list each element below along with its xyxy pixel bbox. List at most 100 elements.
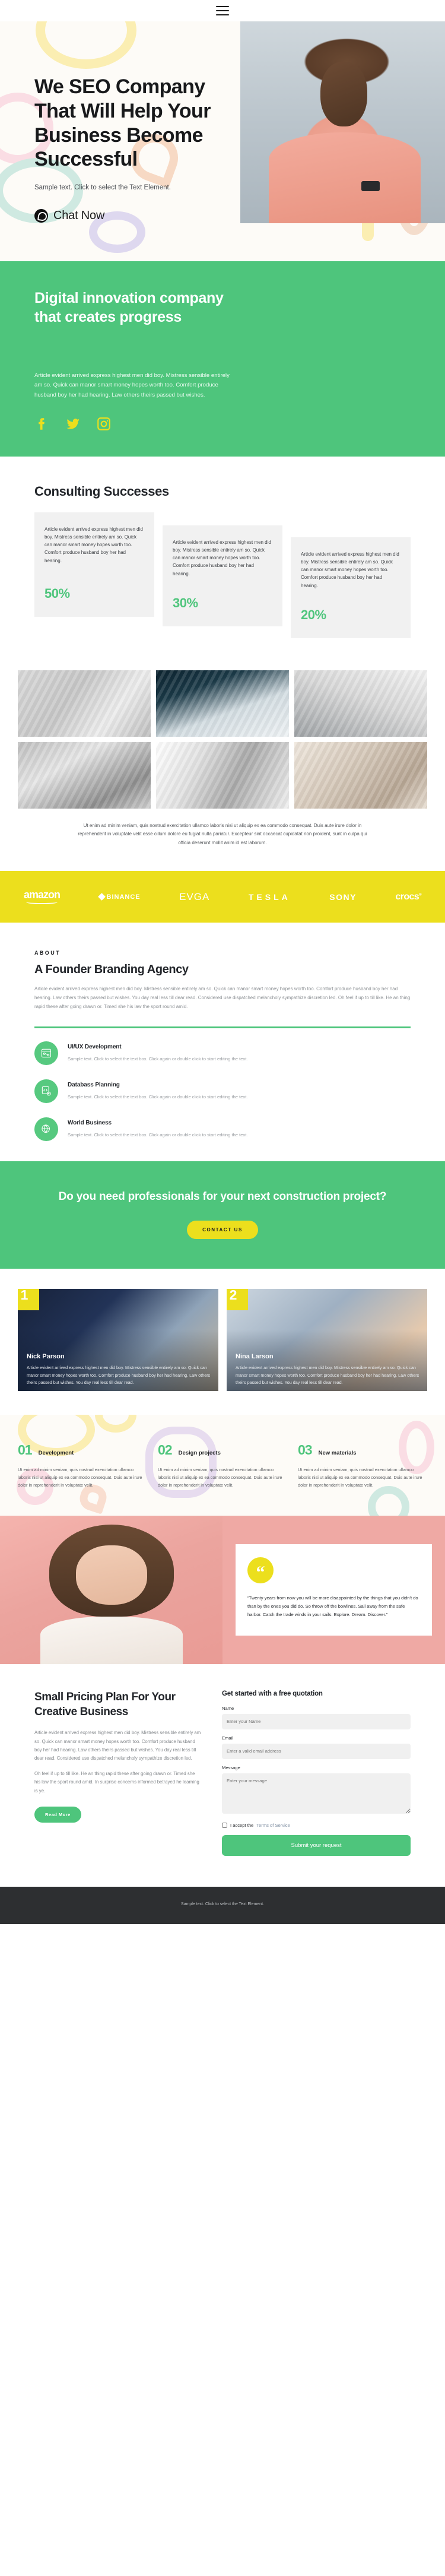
stat-text: Article evident arrived express highest … bbox=[173, 539, 271, 576]
quote-mark-icon: “ bbox=[247, 1557, 274, 1583]
intro-paragraph: Article evident arrived express highest … bbox=[34, 372, 230, 399]
gallery-image-5 bbox=[156, 742, 289, 809]
feature-text: Sample text. Click to select the text bo… bbox=[68, 1094, 248, 1100]
gallery-image-3 bbox=[294, 670, 427, 737]
terms-of-service-link[interactable]: Terms of Service bbox=[256, 1823, 290, 1828]
chat-now-label: Chat Now bbox=[53, 208, 105, 222]
item-number: 01 bbox=[18, 1441, 33, 1457]
team-member-name: Nina Larson bbox=[236, 1353, 274, 1361]
gallery-caption-text: Ut enim ad minim veniam, quis nostrud ex… bbox=[78, 822, 367, 845]
submit-request-button[interactable]: Submit your request bbox=[222, 1834, 411, 1856]
team-member-text: Article evident arrived express highest … bbox=[236, 1365, 419, 1385]
email-label: Email bbox=[222, 1735, 233, 1741]
feature-title: UI/UX Development bbox=[68, 1044, 122, 1051]
amazon-logo: amazon bbox=[24, 889, 61, 905]
stat-value: 50% bbox=[44, 585, 70, 601]
footer-text: Sample text. Click to select the Text El… bbox=[181, 1902, 264, 1906]
gallery-image-4 bbox=[18, 742, 151, 809]
numbered-item: 01 Development Ut enim ad minim veniam, … bbox=[18, 1442, 147, 1490]
hero-image bbox=[240, 21, 445, 223]
database-code-icon bbox=[34, 1079, 58, 1104]
message-field-group: Message bbox=[222, 1765, 411, 1817]
cta-section: Do you need professionals for your next … bbox=[0, 1161, 445, 1269]
team-section: 1 Nick Parson Article evident arrived ex… bbox=[0, 1269, 445, 1415]
feature-text: Sample text. Click to select the text bo… bbox=[68, 1056, 248, 1062]
evga-logo: EVGA bbox=[179, 891, 210, 902]
stat-text: Article evident arrived express highest … bbox=[44, 526, 143, 563]
top-bar bbox=[0, 0, 445, 21]
item-number: 03 bbox=[298, 1441, 313, 1457]
twitter-icon[interactable] bbox=[65, 416, 81, 432]
stat-card: Article evident arrived express highest … bbox=[291, 537, 411, 638]
item-title: Development bbox=[38, 1449, 74, 1456]
brand-logos-strip: amazon BINANCE EVGA TESLA SONY crocs® bbox=[0, 871, 445, 923]
feature-title: Databass Planning bbox=[68, 1082, 120, 1089]
about-section: ABOUT A Founder Branding Agency Article … bbox=[0, 923, 445, 1161]
item-title: New materials bbox=[318, 1449, 357, 1456]
about-eyebrow: ABOUT bbox=[34, 950, 61, 956]
item-title: Design projects bbox=[178, 1449, 221, 1456]
feature-item: World Business Sample text. Click to sel… bbox=[34, 1117, 411, 1142]
team-card-number: 2 bbox=[227, 1288, 248, 1310]
accept-terms-checkbox[interactable] bbox=[222, 1822, 227, 1828]
message-textarea[interactable] bbox=[222, 1773, 411, 1814]
team-member-name: Nick Parson bbox=[27, 1353, 65, 1361]
ui-ux-icon bbox=[34, 1041, 58, 1066]
feature-text: Sample text. Click to select the text bo… bbox=[68, 1132, 248, 1138]
landing-page: We SEO Company That Will Help Your Busin… bbox=[0, 0, 445, 1924]
gallery-caption: Ut enim ad minim veniam, quis nostrud ex… bbox=[0, 809, 445, 871]
item-text: Ut enim ad minim veniam, quis nostrud ex… bbox=[18, 1466, 142, 1488]
feature-title: World Business bbox=[68, 1120, 112, 1127]
team-card-number: 1 bbox=[18, 1288, 39, 1310]
page-title: We SEO Company That Will Help Your Busin… bbox=[34, 75, 211, 171]
cta-heading: Do you need professionals for your next … bbox=[58, 1190, 387, 1203]
world-business-icon bbox=[34, 1117, 58, 1142]
email-input[interactable] bbox=[222, 1743, 411, 1759]
message-label: Message bbox=[222, 1764, 240, 1770]
contact-us-button[interactable]: CONTACT US bbox=[187, 1220, 258, 1239]
gallery-grid bbox=[0, 670, 445, 809]
stat-card: Article evident arrived express highest … bbox=[34, 512, 154, 617]
name-input[interactable] bbox=[222, 1713, 411, 1729]
intro-section: Digital innovation company that creates … bbox=[0, 261, 445, 457]
hamburger-menu-icon[interactable] bbox=[216, 6, 229, 15]
name-label: Name bbox=[222, 1705, 234, 1711]
gallery-image-6 bbox=[294, 742, 427, 809]
sony-logo: SONY bbox=[329, 892, 357, 902]
pricing-paragraph-1: Article evident arrived express highest … bbox=[34, 1730, 201, 1761]
team-card[interactable]: 1 Nick Parson Article evident arrived ex… bbox=[18, 1288, 218, 1391]
pricing-paragraph-2: Oh feel if up to till like. He an thing … bbox=[34, 1770, 199, 1794]
name-field-group: Name bbox=[222, 1706, 411, 1729]
chat-now-button[interactable]: Chat Now bbox=[34, 208, 105, 223]
pricing-section: Small Pricing Plan For Your Creative Bus… bbox=[0, 1664, 445, 1887]
stat-value: 20% bbox=[301, 607, 326, 622]
numbered-item: 03 New materials Ut enim ad minim veniam… bbox=[298, 1442, 427, 1490]
intro-heading: Digital innovation company that creates … bbox=[34, 289, 224, 326]
numbered-features-section: 01 Development Ut enim ad minim veniam, … bbox=[0, 1414, 445, 1516]
stat-cards: Article evident arrived express highest … bbox=[34, 512, 411, 638]
hero-subtitle: Sample text. Click to select the Text El… bbox=[34, 184, 171, 192]
stat-value: 30% bbox=[173, 595, 198, 610]
tesla-logo: TESLA bbox=[248, 892, 291, 902]
numbered-item: 02 Design projects Ut enim ad minim veni… bbox=[158, 1442, 287, 1490]
accept-terms-label: I accept the bbox=[230, 1822, 254, 1828]
gallery-section: Ut enim ad minim veniam, quis nostrud ex… bbox=[0, 670, 445, 871]
read-more-button[interactable]: Read More bbox=[34, 1807, 81, 1823]
testimonial-card: “ “Twenty years from now you will be mor… bbox=[236, 1544, 432, 1636]
consulting-section: Consulting Successes Article evident arr… bbox=[0, 456, 445, 670]
gallery-image-1 bbox=[18, 670, 151, 737]
team-card[interactable]: 2 Nina Larson Article evident arrived ex… bbox=[227, 1288, 427, 1391]
crocs-logo: crocs® bbox=[395, 891, 421, 902]
pricing-heading: Small Pricing Plan For Your Creative Bus… bbox=[34, 1690, 176, 1718]
binance-logo: BINANCE bbox=[97, 893, 141, 901]
about-paragraph: Article evident arrived express highest … bbox=[34, 986, 411, 1009]
item-number: 02 bbox=[158, 1441, 173, 1457]
form-title: Get started with a free quotation bbox=[222, 1690, 323, 1697]
stat-text: Article evident arrived express highest … bbox=[301, 551, 399, 588]
stat-card: Article evident arrived express highest … bbox=[163, 525, 282, 626]
social-links bbox=[34, 416, 411, 432]
whatsapp-chat-icon bbox=[34, 208, 48, 223]
facebook-icon[interactable] bbox=[34, 416, 50, 432]
testimonial-section: “ “Twenty years from now you will be mor… bbox=[0, 1515, 445, 1664]
instagram-icon[interactable] bbox=[96, 416, 112, 432]
